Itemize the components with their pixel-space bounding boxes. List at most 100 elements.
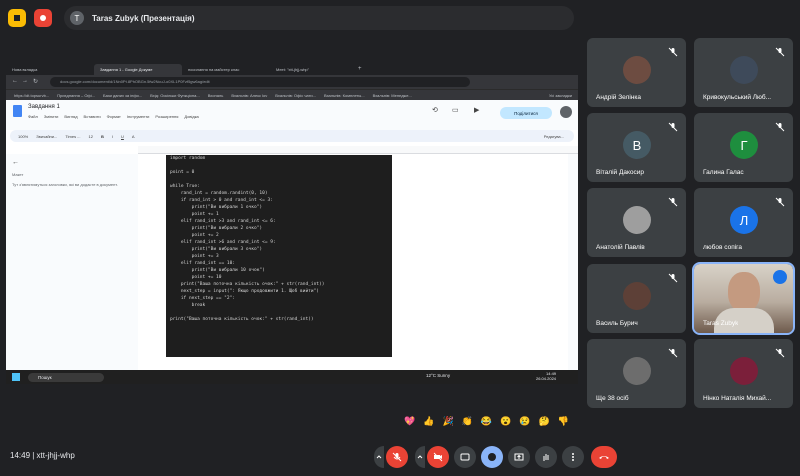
reaction-clap[interactable]: 👏	[462, 416, 473, 432]
style-select[interactable]: Звичайни...	[36, 134, 57, 139]
menu-file[interactable]: Файл	[28, 114, 38, 119]
ruler[interactable]	[138, 146, 578, 154]
docs-logo-icon[interactable]	[13, 105, 22, 117]
bookmark-item[interactable]: Вхід: Оскільки Функціона...	[150, 93, 200, 98]
reaction-laugh[interactable]: 😂	[481, 416, 492, 432]
participant-tile[interactable]: Ллюбов сопіга	[694, 188, 793, 257]
captions-icon[interactable]	[454, 446, 476, 468]
bookmark-item[interactable]: Бази даних за інфо...	[103, 93, 142, 98]
menu-format[interactable]: Формат	[107, 114, 121, 119]
participant-tile[interactable]: Василь Бурич	[587, 264, 686, 333]
menu-view[interactable]: Вигляд	[64, 114, 77, 119]
comment-icon[interactable]: ▭	[452, 106, 459, 114]
reaction-thumbs-up[interactable]: 👍	[423, 416, 434, 432]
raise-hand-icon[interactable]	[535, 446, 557, 468]
forward-icon[interactable]: →	[22, 78, 28, 84]
more-options-icon[interactable]	[562, 446, 584, 468]
italic-button[interactable]: I	[112, 134, 113, 139]
reaction-heart[interactable]: 💖	[404, 416, 415, 432]
meet-icon[interactable]: ▶	[474, 106, 479, 114]
participant-tile[interactable]: В Віталій Дакосир	[587, 113, 686, 182]
windows-start-icon[interactable]	[12, 373, 20, 381]
taskbar-search[interactable]: Пошук	[28, 373, 104, 382]
top-bar: T Taras Zubyk (Презентація)	[0, 0, 800, 36]
share-button[interactable]: Поділитися	[500, 107, 552, 119]
browser-tab[interactable]: Meet: "xtt-jhjj-whp"	[270, 64, 358, 75]
bookmark-item[interactable]: Вхальнів: Комплеты...	[324, 93, 365, 98]
font-size[interactable]: 12	[89, 134, 93, 139]
participant-tile[interactable]: Ще 38 осіб	[587, 339, 686, 408]
menu-help[interactable]: Довідка	[184, 114, 198, 119]
mic-off-icon	[775, 44, 785, 57]
windows-taskbar: Пошук 12°C Sunny 14:49 26.04.2024	[6, 370, 578, 384]
stop-presenting-icon[interactable]	[34, 9, 52, 27]
outline-hint: Тут з'являтимуться заголовки, які ви дод…	[12, 182, 118, 187]
reaction-sad[interactable]: 😢	[519, 416, 530, 432]
code-line: point += 10	[170, 275, 222, 280]
browser-tab[interactable]: посилання на майстер клас	[182, 64, 270, 75]
browser-tab[interactable]: Нова вкладка	[6, 64, 94, 75]
menu-edit[interactable]: Змінити	[44, 114, 59, 119]
address-bar[interactable]: docs.google.com/document/d/1Nn0Pt.8PhOBG…	[50, 77, 470, 87]
text-color-button[interactable]: A	[132, 134, 135, 139]
new-tab-icon[interactable]: +	[358, 66, 362, 72]
bookmark-item[interactable]: Приєднання – Офі...	[57, 93, 95, 98]
underline-button[interactable]: U	[121, 134, 124, 139]
menu-tools[interactable]: Інструменти	[127, 114, 150, 119]
emoji-icon[interactable]	[481, 446, 503, 468]
bookmark-item[interactable]: https://dt.topsurvb...	[14, 93, 49, 98]
doc-title[interactable]: Завдання 1	[28, 104, 60, 110]
reaction-surprised[interactable]: 😮	[500, 416, 511, 432]
participant-name: любов сопіга	[703, 244, 743, 251]
outline-title: Макет	[12, 172, 24, 177]
bold-button[interactable]: B	[101, 134, 104, 139]
present-screen-icon[interactable]	[508, 446, 530, 468]
code-line: print("Ви вибрали 10 очок")	[170, 268, 265, 273]
menu-extensions[interactable]: Розширення	[155, 114, 178, 119]
menu-insert[interactable]: Вставити	[84, 114, 101, 119]
participant-avatar	[623, 206, 651, 234]
back-icon[interactable]: ←	[12, 78, 18, 84]
participant-tile[interactable]: Нінко Наталія Михай...	[694, 339, 793, 408]
participant-tile[interactable]: Г Галина Галас	[694, 113, 793, 182]
bookmark-item[interactable]: Вхональ	[208, 93, 224, 98]
reaction-thinking[interactable]: 🤔	[539, 416, 550, 432]
mic-options-chevron-icon[interactable]	[374, 446, 384, 468]
reload-icon[interactable]: ↻	[33, 78, 38, 85]
font-select[interactable]: Times ...	[65, 134, 80, 139]
participant-tile[interactable]: Кривокульський Люб...	[694, 38, 793, 107]
participant-avatar	[623, 56, 651, 84]
history-icon[interactable]: ⟲	[432, 106, 438, 114]
participant-tile[interactable]: Анатолій Павлів	[587, 188, 686, 257]
participant-avatar	[730, 357, 758, 385]
code-line: if rand_int > 0 and rand_int <= 3:	[170, 198, 273, 203]
reaction-party[interactable]: 🎉	[442, 416, 453, 432]
editing-mode-select[interactable]: Редагува...	[544, 134, 564, 139]
camera-options-chevron-icon[interactable]	[415, 446, 425, 468]
reaction-thumbs-down[interactable]: 👎	[558, 416, 569, 432]
mic-off-icon[interactable]	[386, 446, 408, 468]
code-line: point += 3	[170, 254, 219, 259]
participant-tile[interactable]: Taras Zubyk	[692, 262, 795, 335]
presenter-chip: T Taras Zubyk (Презентація)	[64, 6, 574, 30]
bookmark-item[interactable]: Вхальнів: Менедже...	[373, 93, 412, 98]
zoom-select[interactable]: 100%	[18, 134, 28, 139]
bookmark-item[interactable]: Вхальнів: Офіс чати...	[275, 93, 316, 98]
code-image: import random point = 0 while True: rand_i…	[166, 155, 392, 357]
all-bookmarks[interactable]: Усі закладки	[549, 93, 572, 98]
weather-widget[interactable]: 12°C Sunny	[426, 373, 450, 378]
outline-back-icon[interactable]: ←	[12, 159, 122, 166]
system-clock: 14:49 26.04.2024	[536, 371, 557, 381]
bookmarks-bar: https://dt.topsurvb... Приєднання – Офі.…	[6, 89, 578, 100]
raise-hand-icon[interactable]	[8, 9, 26, 27]
presenter-avatar: T	[70, 11, 84, 25]
account-avatar[interactable]	[560, 106, 572, 118]
leave-call-icon[interactable]	[591, 446, 617, 468]
browser-tab-strip: Нова вкладка Завдання 1 - Google Докуме …	[6, 62, 578, 75]
mic-off-icon	[668, 44, 678, 57]
docs-toolbar: 100% Звичайни... Times ... 12 B I U A Ре…	[10, 130, 574, 142]
bookmark-item[interactable]: Вхальнів: Алекс lov	[231, 93, 267, 98]
browser-tab-active[interactable]: Завдання 1 - Google Докуме	[94, 64, 182, 75]
participant-tile[interactable]: Андрій Зелінка	[587, 38, 686, 107]
camera-off-icon[interactable]	[427, 446, 449, 468]
